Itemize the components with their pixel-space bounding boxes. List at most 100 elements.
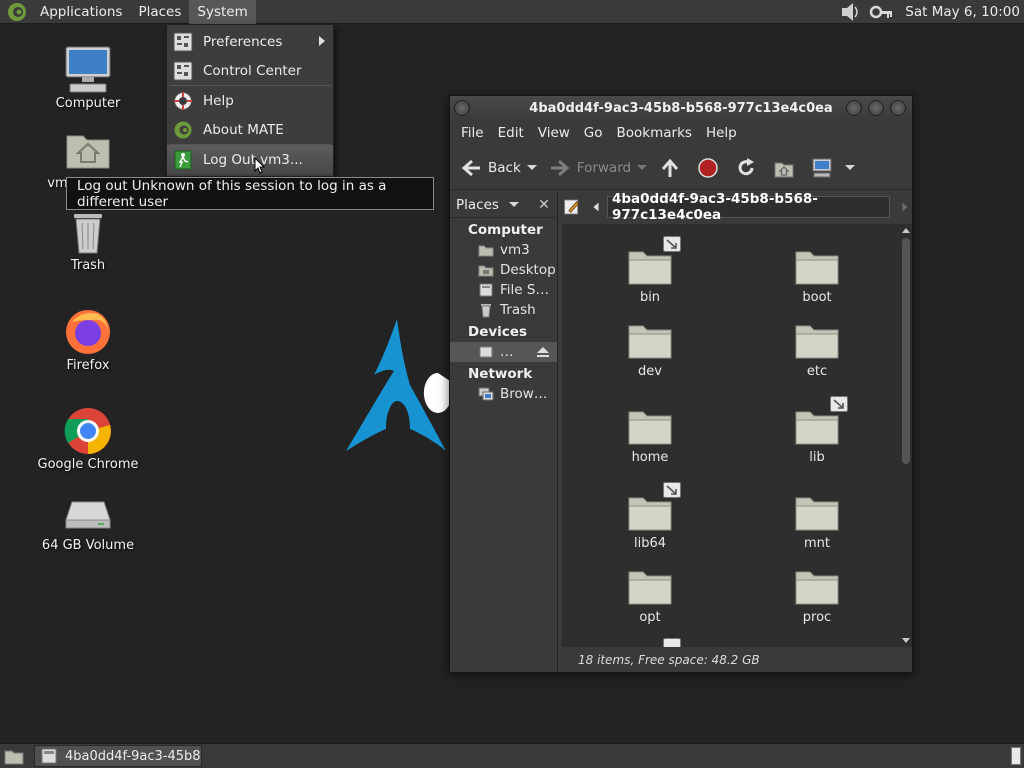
side-item-label: Brow… [500, 386, 548, 402]
folder-item[interactable]: bin [605, 236, 695, 305]
home-icon[interactable] [773, 157, 795, 179]
path-button-current[interactable]: 4ba0dd4f-9ac3-45b8-b568-977c13e4c0ea [606, 191, 891, 223]
desktop-icon-firefox[interactable]: Firefox [33, 306, 143, 373]
menu-help[interactable]: Help [699, 125, 744, 141]
applications-menu[interactable]: Applications [32, 0, 130, 24]
side-item-device[interactable]: … [450, 342, 557, 362]
system-dropdown-menu: Preferences Control Center Help About MA… [166, 24, 334, 177]
volume-icon[interactable] [839, 1, 863, 23]
path-left-arrow-icon[interactable] [589, 196, 603, 218]
top-panel: Applications Places System Sat May 6, 10… [0, 0, 1024, 24]
desktop-icon-label: Trash [70, 258, 106, 273]
folder-item[interactable]: opt [605, 564, 695, 625]
taskbar-button-label: 4ba0dd4f-9ac3-45b8-… [65, 748, 201, 764]
folder-item[interactable]: dev [605, 318, 695, 379]
system-menu-button[interactable]: System [189, 0, 256, 24]
menu-go[interactable]: Go [577, 125, 610, 141]
menu-item-label: Log Out vm3... [203, 151, 303, 168]
side-item-label: Desktop [500, 262, 556, 278]
scrollbar-thumb[interactable] [902, 238, 910, 464]
menubar: File Edit View Go Bookmarks Help [450, 120, 912, 146]
menu-file[interactable]: File [454, 125, 491, 141]
menu-edit[interactable]: Edit [491, 125, 531, 141]
taskbar-file-manager-button[interactable]: 4ba0dd4f-9ac3-45b8-… [34, 745, 202, 767]
folder-icon [795, 251, 839, 285]
close-button[interactable] [890, 100, 906, 116]
back-dropdown-icon[interactable] [526, 165, 537, 170]
filesystem-icon [479, 283, 493, 297]
forward-button[interactable]: Forward [543, 153, 631, 183]
maximize-button[interactable] [868, 100, 884, 116]
control-center-icon [173, 61, 193, 80]
arch-linux-logo [346, 319, 450, 451]
keyring-icon[interactable] [869, 1, 895, 23]
toolbar-overflow-icon[interactable] [845, 165, 856, 170]
firefox-icon [66, 310, 110, 354]
side-item-label: File S… [500, 282, 549, 298]
scroll-down-icon[interactable] [900, 635, 912, 645]
window-titlebar[interactable]: 4ba0dd4f-9ac3-45b8-b568-977c13e4c0ea [450, 96, 912, 120]
folder-label: lib [809, 450, 825, 465]
chrome-icon [64, 408, 111, 454]
folder-item[interactable]: lib64 [605, 482, 695, 551]
folder-item[interactable]: mnt [772, 490, 862, 551]
places-selector[interactable]: Places [456, 197, 535, 213]
clock[interactable]: Sat May 6, 10:00 [895, 4, 1024, 20]
back-button[interactable]: Back [458, 153, 521, 183]
trash-icon [481, 304, 491, 318]
side-item-desktop[interactable]: Desktop [450, 260, 557, 280]
workspace-switcher[interactable] [1011, 747, 1021, 765]
side-pane-close-icon[interactable]: ✕ [535, 196, 553, 214]
folder-icon [628, 571, 672, 605]
window-menu-button[interactable] [454, 100, 470, 116]
menu-bookmarks[interactable]: Bookmarks [610, 125, 699, 141]
folder-icon [628, 325, 672, 359]
menu-item-control-center[interactable]: Control Center [167, 56, 333, 85]
folder-item[interactable]: boot [772, 244, 862, 305]
about-icon [174, 121, 192, 138]
menu-item-preferences[interactable]: Preferences [167, 27, 333, 56]
eject-icon[interactable] [536, 346, 550, 358]
folder-label: etc [806, 364, 828, 379]
side-item-filesystem[interactable]: File S… [450, 280, 557, 300]
forward-dropdown-icon[interactable] [637, 165, 648, 170]
folder-label: boot [802, 290, 832, 305]
edit-location-icon[interactable] [562, 196, 581, 218]
desktop-icon-computer[interactable]: Computer [33, 44, 143, 111]
side-item-browse-network[interactable]: Brow… [450, 384, 557, 404]
path-right-arrow-icon[interactable] [898, 196, 912, 218]
desktop-folder-icon [478, 265, 494, 277]
computer-toolbar-icon[interactable] [811, 157, 833, 179]
symlink-arrow-icon [663, 638, 681, 647]
folder-label: home [631, 450, 669, 465]
stop-icon[interactable] [697, 157, 719, 179]
menu-item-about-mate[interactable]: About MATE [167, 115, 333, 144]
desktop-icon-volume[interactable]: 64 GB Volume [33, 486, 143, 553]
side-item-trash[interactable]: Trash [450, 300, 557, 320]
vertical-scrollbar[interactable] [900, 224, 912, 647]
up-arrow-icon[interactable] [659, 157, 681, 179]
menu-item-help[interactable]: Help [167, 86, 333, 115]
desktop-icon-chrome[interactable]: Google Chrome [33, 405, 143, 472]
folder-item[interactable]: etc [772, 318, 862, 379]
scroll-up-icon[interactable] [900, 226, 912, 236]
folder-item[interactable]: lib [772, 396, 862, 465]
folder-icon [628, 411, 672, 445]
folder-item[interactable]: proc [772, 564, 862, 625]
help-icon [174, 91, 192, 110]
back-label: Back [488, 159, 521, 176]
reload-icon[interactable] [735, 157, 757, 179]
minimize-button[interactable] [846, 100, 862, 116]
folder-label: lib64 [633, 536, 667, 551]
folder-item[interactable]: home [605, 404, 695, 465]
mate-logo-icon[interactable] [6, 1, 28, 23]
places-menu[interactable]: Places [130, 0, 189, 24]
side-item-vm3[interactable]: vm3 [450, 240, 557, 260]
menu-item-log-out[interactable]: Log Out vm3... [167, 145, 333, 174]
menu-view[interactable]: View [531, 125, 577, 141]
desktop-icon-label: Computer [55, 96, 121, 111]
show-desktop-icon[interactable] [3, 746, 25, 766]
location-bar: 4ba0dd4f-9ac3-45b8-b568-977c13e4c0ea [562, 191, 912, 223]
desktop-icon-trash[interactable]: Trash [33, 206, 143, 273]
icon-view[interactable]: bin boot dev etc home lib lib64 mnt opt proc [562, 224, 902, 647]
